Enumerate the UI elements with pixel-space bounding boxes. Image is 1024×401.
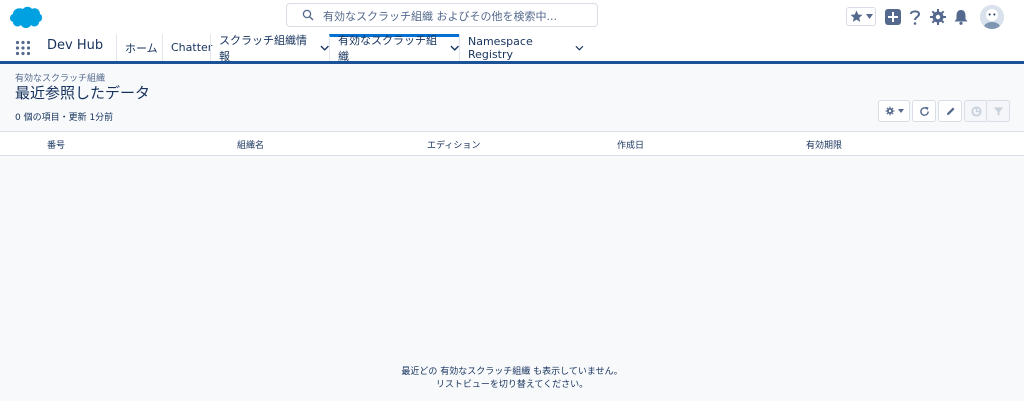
chart-button[interactable] [964,100,988,122]
tab-scratch-org-info[interactable]: スクラッチ組織情報 [210,33,329,63]
refresh-button[interactable] [912,100,936,122]
tab-label: 有効なスクラッチ組織 [338,33,437,63]
empty-state-message: 最近どの 有効なスクラッチ組織 も表示していません。 [401,367,623,377]
tab-namespace-registry[interactable]: Namespace Registry [459,34,584,61]
star-icon [850,10,863,22]
table-body: 最近どの 有効なスクラッチ組織 も表示していません。 リストビューを切り替えてく… [0,156,1024,401]
chevron-down-icon[interactable] [450,43,459,53]
chevron-down-icon[interactable] [575,43,584,53]
column-header-expiration-date[interactable]: 有効期限 [806,138,842,151]
user-avatar-icon [980,5,1004,29]
favorites-button[interactable] [846,7,876,26]
question-icon[interactable] [906,8,924,26]
edit-list-button[interactable] [938,100,962,122]
column-header-created-date[interactable]: 作成日 [617,138,644,151]
app-navigation-bar: Dev Hub ホーム Chatter スクラッチ組織情報 有効なスクラッチ組織… [0,34,1024,64]
app-launcher-icon[interactable] [15,40,31,56]
search-placeholder: 有効なスクラッチ組織 およびその他を検索中... [323,10,557,23]
chevron-down-icon[interactable] [320,43,329,53]
tab-label: スクラッチ組織情報 [219,33,307,63]
search-icon [302,9,314,21]
chevron-down-icon [866,14,873,19]
plus-icon[interactable] [884,8,902,26]
tab-home[interactable]: ホーム [116,34,162,61]
list-meta-info: 0 個の項目・更新 1分前 [15,113,114,123]
gear-icon [885,106,894,116]
tab-label: Chatter [171,41,213,54]
chevron-down-icon [897,109,904,113]
global-header: 有効なスクラッチ組織 およびその他を検索中... [0,0,1024,35]
table-header: 番号 組織名 エディション 作成日 有効期限 [0,132,1024,156]
refresh-icon [919,106,929,116]
list-view-controls-button[interactable] [878,100,910,122]
salesforce-cloud-logo[interactable] [9,6,43,29]
list-view-header: 有効なスクラッチ組織 最近参照したデータ 0 個の項目・更新 1分前 [0,64,1024,132]
gear-icon[interactable] [929,8,947,26]
chart-icon [970,105,982,117]
app-name: Dev Hub [47,38,104,53]
column-header-number[interactable]: 番号 [47,138,65,151]
column-header-edition[interactable]: エディション [427,138,480,151]
column-header-org-name[interactable]: 組織名 [237,138,264,151]
tab-label: ホーム [125,41,158,55]
tab-label: Namespace Registry [468,34,533,61]
pencil-icon [946,106,955,115]
tab-chatter[interactable]: Chatter [162,34,213,61]
bell-icon[interactable] [952,8,970,26]
global-search[interactable]: 有効なスクラッチ組織 およびその他を検索中... [286,3,598,27]
filter-icon [993,106,1003,116]
empty-state-hint: リストビューを切り替えてください。 [435,380,589,390]
filter-button[interactable] [986,100,1010,122]
list-view-title[interactable]: 最近参照したデータ [15,82,150,103]
tab-active-scratch-orgs[interactable]: 有効なスクラッチ組織 [329,33,459,63]
avatar[interactable] [980,5,1004,29]
